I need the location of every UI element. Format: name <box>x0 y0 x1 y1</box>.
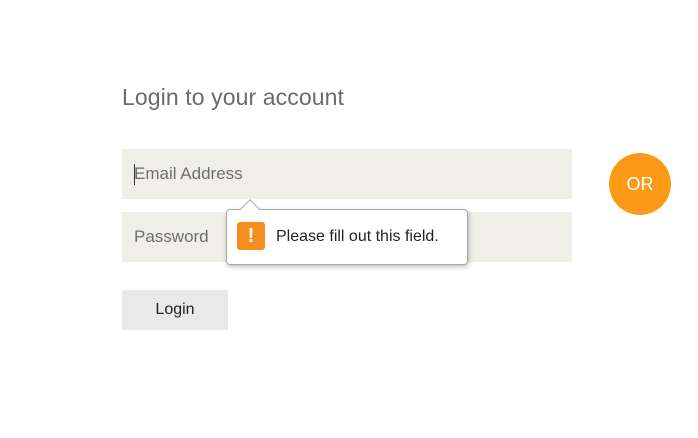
login-heading: Login to your account <box>122 84 345 110</box>
login-button[interactable]: Login <box>122 290 228 330</box>
tooltip-message: Please fill out this field. <box>276 228 439 245</box>
tooltip-arrow <box>240 199 260 219</box>
or-divider: OR <box>609 153 671 215</box>
warning-icon: ! <box>237 222 265 250</box>
validation-tooltip: ! Please fill out this field. <box>226 199 468 265</box>
email-field[interactable] <box>122 149 572 199</box>
text-caret <box>134 164 135 185</box>
